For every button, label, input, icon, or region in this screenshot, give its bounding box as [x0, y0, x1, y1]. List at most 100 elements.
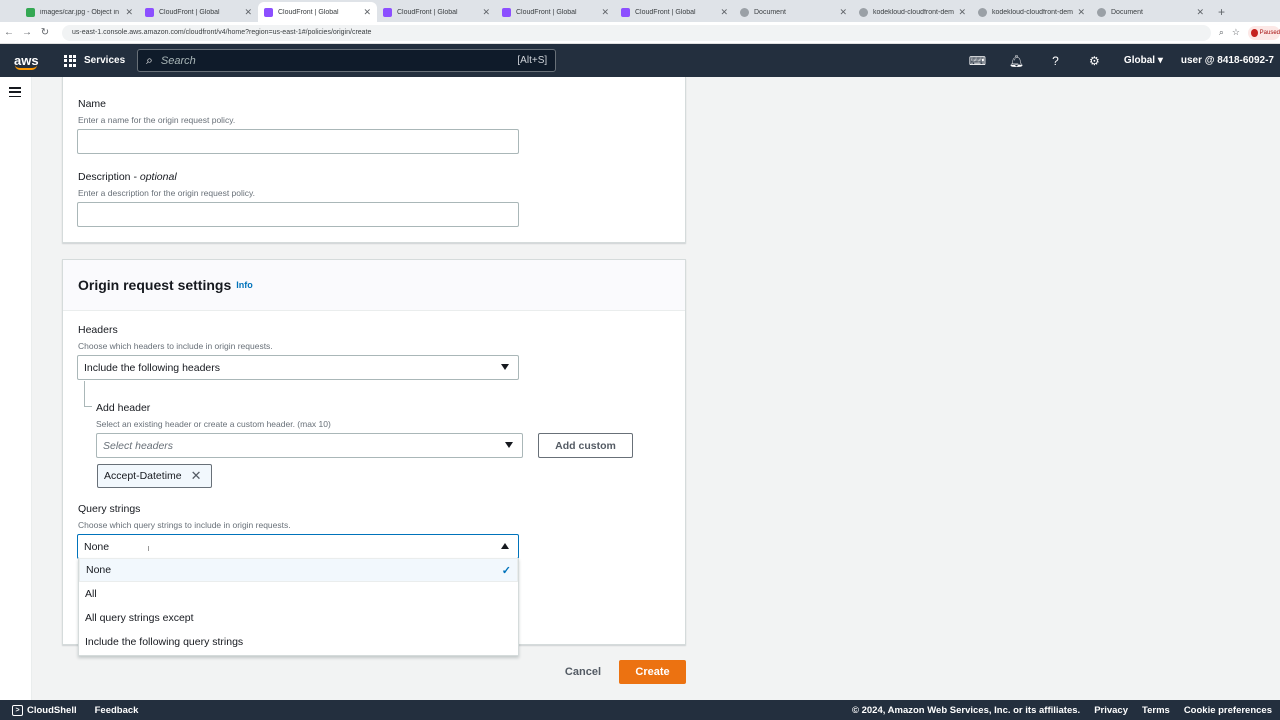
url-field[interactable]: us-east-1.console.aws.amazon.com/cloudfr…: [62, 24, 1211, 41]
aws-smile-icon: [15, 65, 37, 70]
account-menu[interactable]: user @ 8418-6092-7: [1181, 55, 1280, 66]
services-label: Services: [84, 55, 126, 66]
description-description: Enter a description for the origin reque…: [78, 188, 256, 198]
info-link[interactable]: Info: [236, 280, 253, 290]
close-icon[interactable]: ✕: [720, 7, 728, 18]
tab-favicon-icon: [621, 7, 630, 17]
close-icon[interactable]: ✕: [363, 7, 371, 18]
option-none[interactable]: None ✓: [79, 558, 518, 582]
close-icon[interactable]: ✕: [839, 7, 847, 18]
services-menu[interactable]: Services: [64, 54, 126, 67]
reload-icon[interactable]: ↻: [36, 27, 54, 38]
headers-select-value: Include the following headers: [84, 361, 221, 374]
copyright-text: © 2024, Amazon Web Services, Inc. or its…: [851, 704, 1081, 716]
search-icon: ⌕: [146, 53, 153, 67]
menu-icon[interactable]: [9, 87, 21, 97]
browser-tab-active[interactable]: CloudFront | Global ✕: [258, 2, 377, 22]
close-icon[interactable]: ✕: [958, 7, 966, 18]
query-strings-description: Choose which query strings to include in…: [78, 520, 291, 530]
close-icon[interactable]: ✕: [1196, 7, 1204, 18]
name-label: Name: [78, 98, 107, 110]
profile-label: Paused: [1259, 29, 1280, 36]
query-strings-label: Query strings: [78, 503, 141, 515]
close-icon[interactable]: ✕: [601, 7, 609, 18]
close-icon[interactable]: ✕: [1077, 7, 1085, 18]
region-selector[interactable]: Global ▾: [1124, 55, 1163, 66]
caret-down-icon: [505, 442, 513, 448]
option-all-except[interactable]: All query strings except: [79, 606, 518, 630]
tab-favicon-icon: [145, 7, 154, 17]
option-all[interactable]: All: [79, 582, 518, 606]
tab-favicon-icon: [502, 7, 511, 17]
add-custom-button[interactable]: Add custom: [538, 433, 633, 458]
name-description: Enter a name for the origin request poli…: [78, 115, 236, 125]
browser-tab[interactable]: kodekloud-cloudfront-demo ✕: [853, 2, 972, 22]
section-title: Origin request settings: [78, 277, 232, 293]
browser-tab[interactable]: Document ✕: [734, 2, 853, 22]
remove-token-icon[interactable]: ✕: [191, 468, 202, 484]
panel-header: Origin request settings Info: [63, 260, 685, 311]
url-text: us-east-1.console.aws.amazon.com/cloudfr…: [72, 29, 372, 36]
search-input[interactable]: ⌕ Search [Alt+S]: [137, 49, 557, 72]
add-header-description: Select an existing header or create a cu…: [96, 419, 331, 429]
terms-link[interactable]: Terms: [1142, 705, 1170, 716]
close-icon[interactable]: ✕: [125, 7, 133, 18]
cloudshell-label: CloudShell: [27, 704, 77, 716]
text-cursor: [148, 546, 151, 551]
browser-tab-strip: images/car.jpg - Object in S3 ✕ CloudFron…: [0, 0, 1280, 22]
header-token: Accept-Datetime ✕: [97, 464, 212, 488]
browser-tab[interactable]: CloudFront | Global ✕: [139, 2, 258, 22]
query-strings-select[interactable]: None: [77, 534, 519, 559]
profile-button[interactable]: Paused: [1248, 25, 1280, 40]
help-icon[interactable]: ?: [1036, 54, 1075, 68]
cloudshell-icon: >: [12, 704, 23, 716]
bookmark-star-icon[interactable]: ☆: [1232, 27, 1240, 38]
search-placeholder: Search: [160, 54, 196, 67]
option-label: All: [85, 588, 97, 600]
create-button[interactable]: Create: [619, 660, 686, 684]
tab-favicon-icon: [383, 7, 392, 17]
back-icon[interactable]: ←: [0, 27, 18, 38]
aws-top-nav: aws Services ⌕ Search [Alt+S] ⌨ 🔔︎ ? ⚙ G…: [0, 44, 1280, 77]
forward-icon[interactable]: →: [18, 27, 36, 38]
new-tab-icon[interactable]: +: [1210, 2, 1233, 22]
aws-logo[interactable]: aws: [0, 44, 52, 77]
checkmark-icon: ✓: [501, 564, 511, 577]
tab-favicon-icon: [1097, 7, 1106, 17]
name-field[interactable]: [77, 129, 519, 154]
console-footer: > CloudShell Feedback © 2024, Amazon Web …: [0, 700, 1280, 720]
browser-tab[interactable]: CloudFront | Global ✕: [496, 2, 615, 22]
option-include-following[interactable]: Include the following query strings: [79, 630, 518, 654]
gear-icon[interactable]: ⚙: [1075, 54, 1114, 68]
browser-tab[interactable]: kodekloud-cloudfront-demo ✕: [972, 2, 1091, 22]
cloudshell-button[interactable]: > CloudShell: [0, 704, 77, 716]
select-headers-dropdown[interactable]: Select headers: [96, 433, 523, 458]
tab-favicon-icon: [264, 7, 273, 17]
optional-tag: optional: [139, 171, 177, 183]
browser-tab[interactable]: Document ✕: [1091, 2, 1210, 22]
description-field[interactable]: [77, 202, 519, 227]
caret-down-icon: [501, 364, 509, 370]
option-label: All query strings except: [85, 612, 194, 624]
bell-icon[interactable]: 🔔︎: [997, 54, 1036, 68]
query-strings-select-value: None: [84, 540, 110, 553]
headers-select[interactable]: Include the following headers: [77, 355, 519, 380]
headers-label: Headers: [78, 324, 118, 336]
browser-tab[interactable]: CloudFront | Global ✕: [377, 2, 496, 22]
close-icon[interactable]: ✕: [244, 7, 252, 18]
cookie-preferences-link[interactable]: Cookie preferences: [1184, 705, 1272, 716]
privacy-link[interactable]: Privacy: [1094, 705, 1128, 716]
tab-favicon-icon: [859, 7, 868, 17]
cancel-button[interactable]: Cancel: [565, 666, 601, 678]
browser-tab[interactable]: images/car.jpg - Object in S3 ✕: [20, 2, 139, 22]
description-label: Description - optional: [78, 171, 177, 183]
browser-tab[interactable]: CloudFront | Global ✕: [615, 2, 734, 22]
option-label: Include the following query strings: [85, 636, 244, 648]
cloudshell-icon[interactable]: ⌨: [958, 54, 997, 68]
close-icon[interactable]: ✕: [482, 7, 490, 18]
address-bar: ← → ↻ us-east-1.console.aws.amazon.com/c…: [0, 22, 1280, 44]
feedback-link[interactable]: Feedback: [95, 705, 139, 716]
select-headers-placeholder: Select headers: [103, 439, 174, 452]
grid-icon: [64, 54, 76, 67]
zoom-icon[interactable]: ⌕: [1219, 27, 1224, 38]
